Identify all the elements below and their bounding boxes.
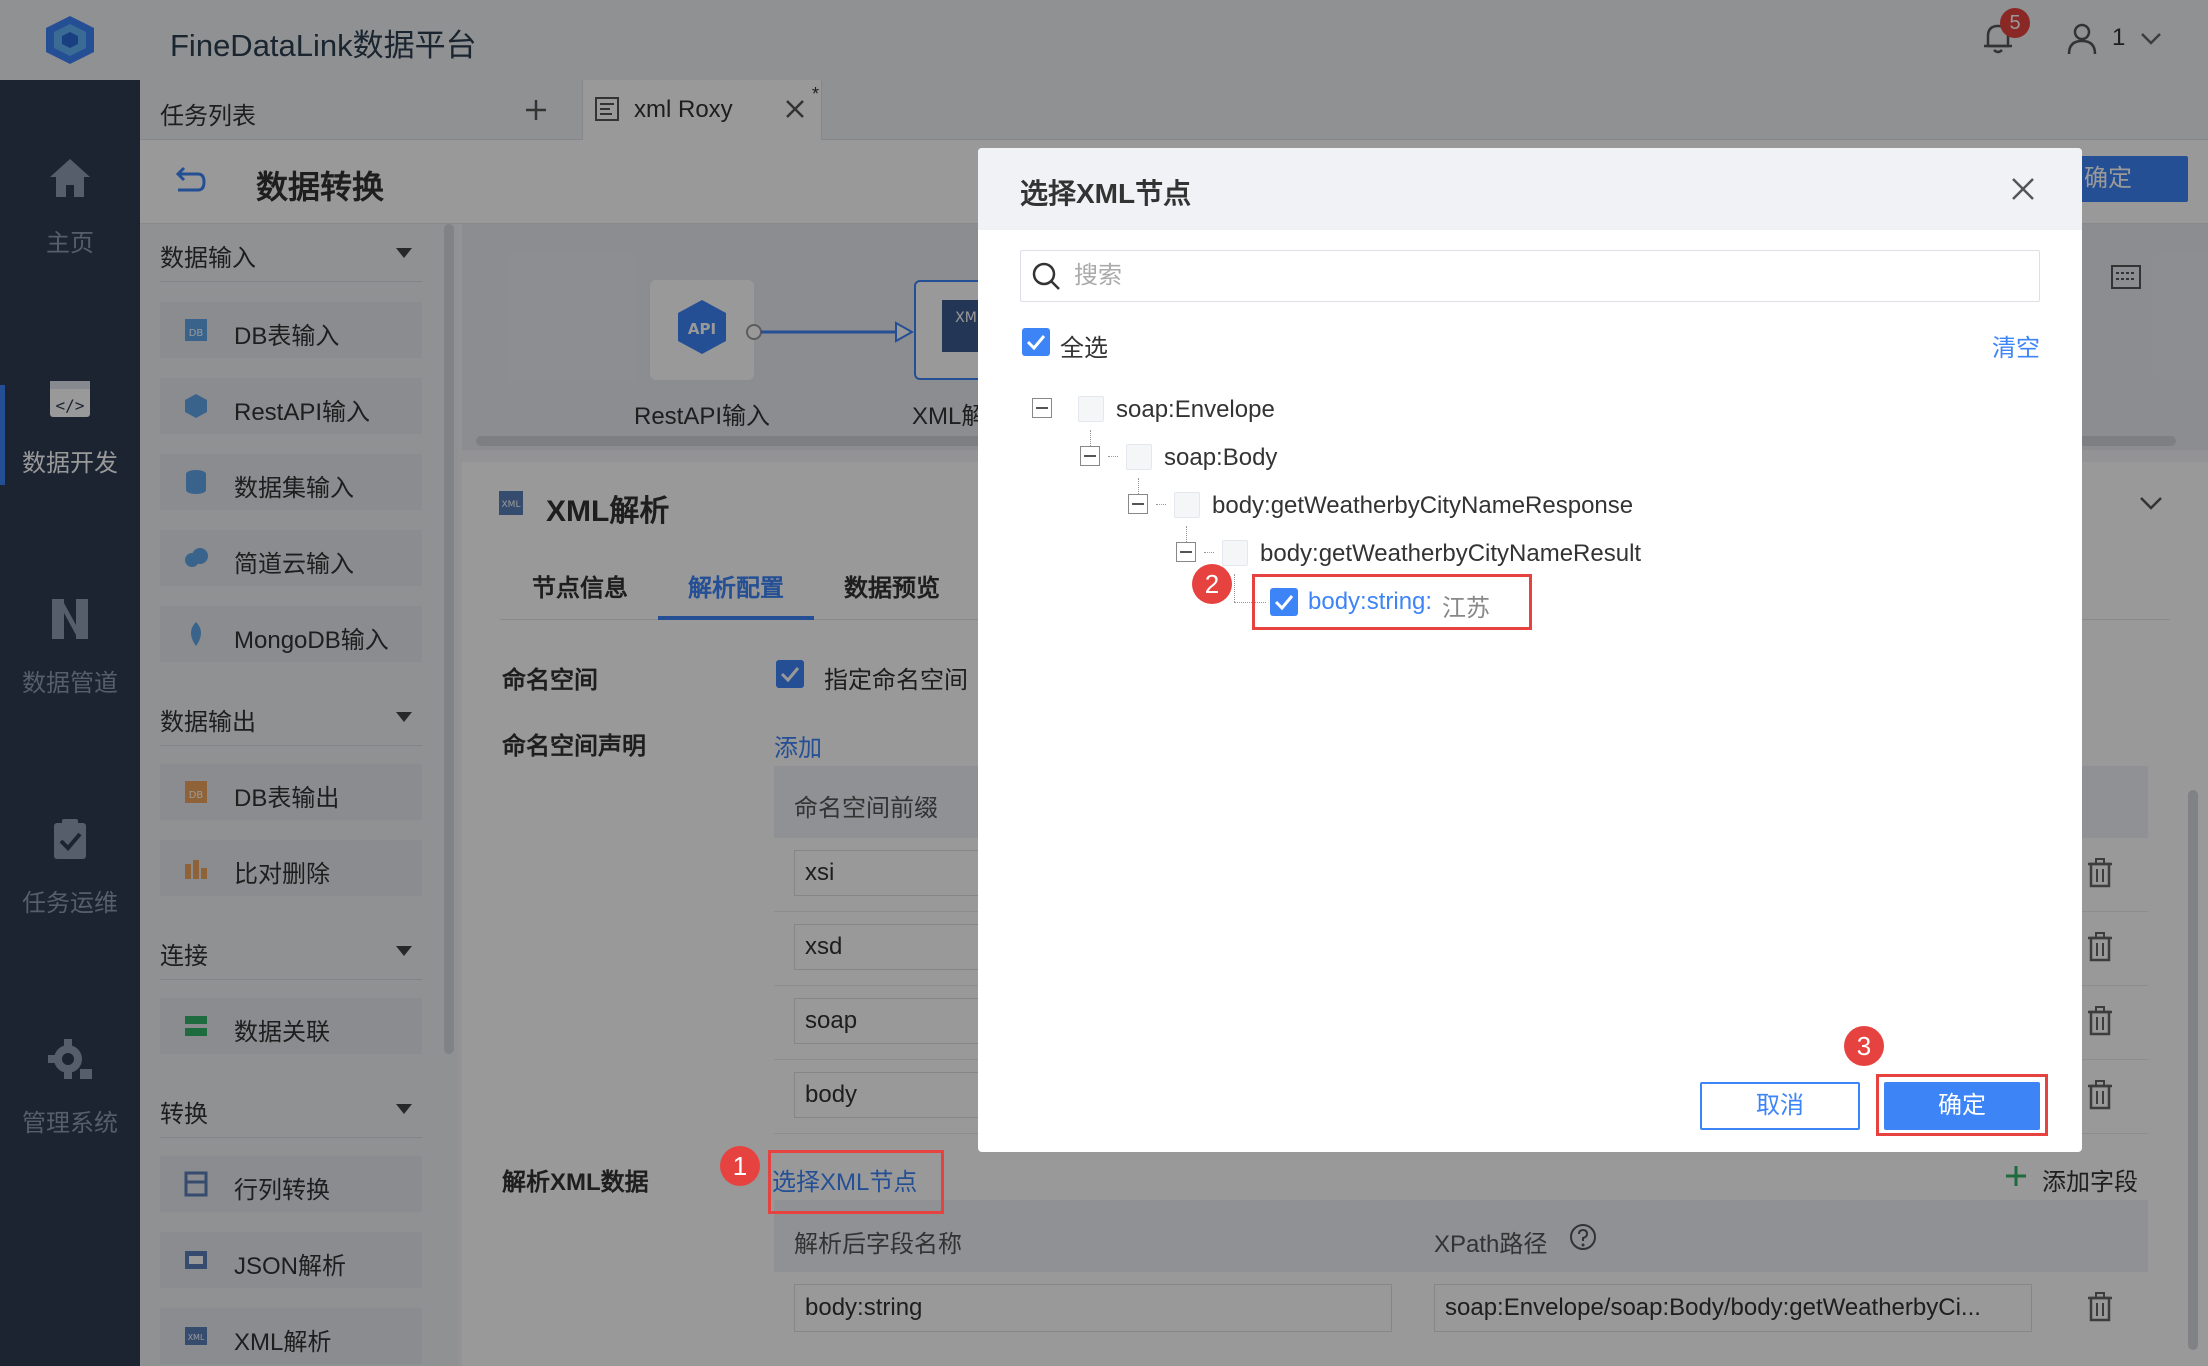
tree-connector bbox=[1234, 574, 1235, 602]
annotation-badge-3: 3 bbox=[1844, 1026, 1884, 1066]
annotation-badge-2: 2 bbox=[1192, 564, 1232, 604]
search-input[interactable] bbox=[1074, 256, 2024, 296]
tree-connector bbox=[1156, 504, 1166, 505]
tree-collapse-toggle[interactable] bbox=[1128, 494, 1148, 514]
tree-node-label[interactable]: body:getWeatherbyCityNameResponse bbox=[1212, 492, 1633, 520]
annotation-highlight-3 bbox=[1876, 1074, 2048, 1136]
select-all-checkbox[interactable] bbox=[1022, 328, 1050, 356]
tree-collapse-toggle[interactable] bbox=[1032, 398, 1052, 418]
tree-node-checkbox[interactable] bbox=[1174, 492, 1200, 518]
tree-connector bbox=[1108, 456, 1118, 457]
tree-node-checkbox[interactable] bbox=[1222, 540, 1248, 566]
tree-node-label[interactable]: body:getWeatherbyCityNameResult bbox=[1260, 540, 1641, 568]
tree-node-label[interactable]: soap:Envelope bbox=[1116, 396, 1275, 424]
close-icon[interactable] bbox=[2010, 176, 2036, 202]
tree-node-checkbox[interactable] bbox=[1078, 396, 1104, 422]
tree-node-label[interactable]: soap:Body bbox=[1164, 444, 1277, 472]
clear-link[interactable]: 清空 bbox=[1992, 328, 2040, 363]
tree-collapse-toggle[interactable] bbox=[1176, 542, 1196, 562]
tree-connector bbox=[1204, 552, 1214, 553]
dialog-title: 选择XML节点 bbox=[1020, 178, 1192, 209]
annotation-badge-1: 1 bbox=[720, 1146, 760, 1186]
annotation-highlight-1 bbox=[768, 1150, 944, 1214]
cancel-button[interactable]: 取消 bbox=[1700, 1082, 1860, 1130]
tree-node-checkbox[interactable] bbox=[1126, 444, 1152, 470]
select-all-label: 全选 bbox=[1060, 335, 1108, 362]
tree-collapse-toggle[interactable] bbox=[1080, 446, 1100, 466]
annotation-highlight-2 bbox=[1252, 574, 1532, 630]
search-icon bbox=[1030, 260, 1062, 292]
